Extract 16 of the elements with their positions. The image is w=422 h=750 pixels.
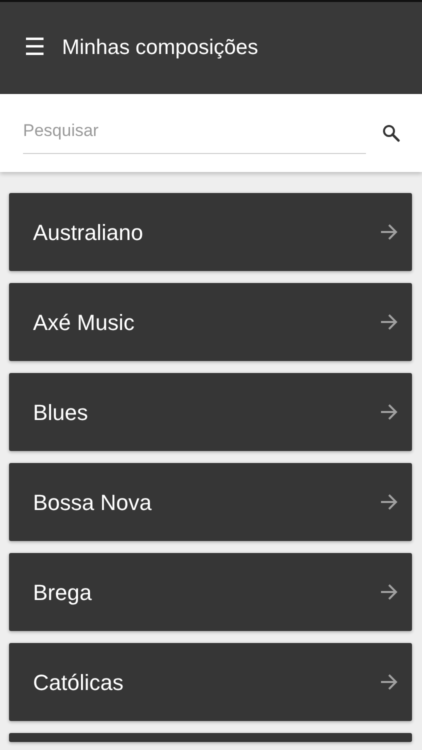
genre-item[interactable]: Axé Music	[9, 283, 412, 361]
arrow-right-icon	[380, 223, 398, 241]
genre-item[interactable]: Brega	[9, 553, 412, 631]
arrow-right-icon	[380, 313, 398, 331]
genre-item[interactable]: Católicas	[9, 643, 412, 721]
arrow-right-icon	[380, 493, 398, 511]
search-bar[interactable]: Pesquisar	[0, 94, 422, 172]
arrow-right-icon	[380, 583, 398, 601]
genre-item[interactable]: Bossa Nova	[9, 463, 412, 541]
app-title: Minhas composições	[62, 35, 258, 62]
genre-item[interactable]: Blues	[9, 373, 412, 451]
genre-item[interactable]: Australiano	[9, 193, 412, 271]
arrow-right-icon	[380, 673, 398, 691]
search-icon[interactable]	[382, 124, 400, 142]
arrow-right-icon	[380, 403, 398, 421]
menu-button[interactable]: ☰	[24, 36, 46, 60]
